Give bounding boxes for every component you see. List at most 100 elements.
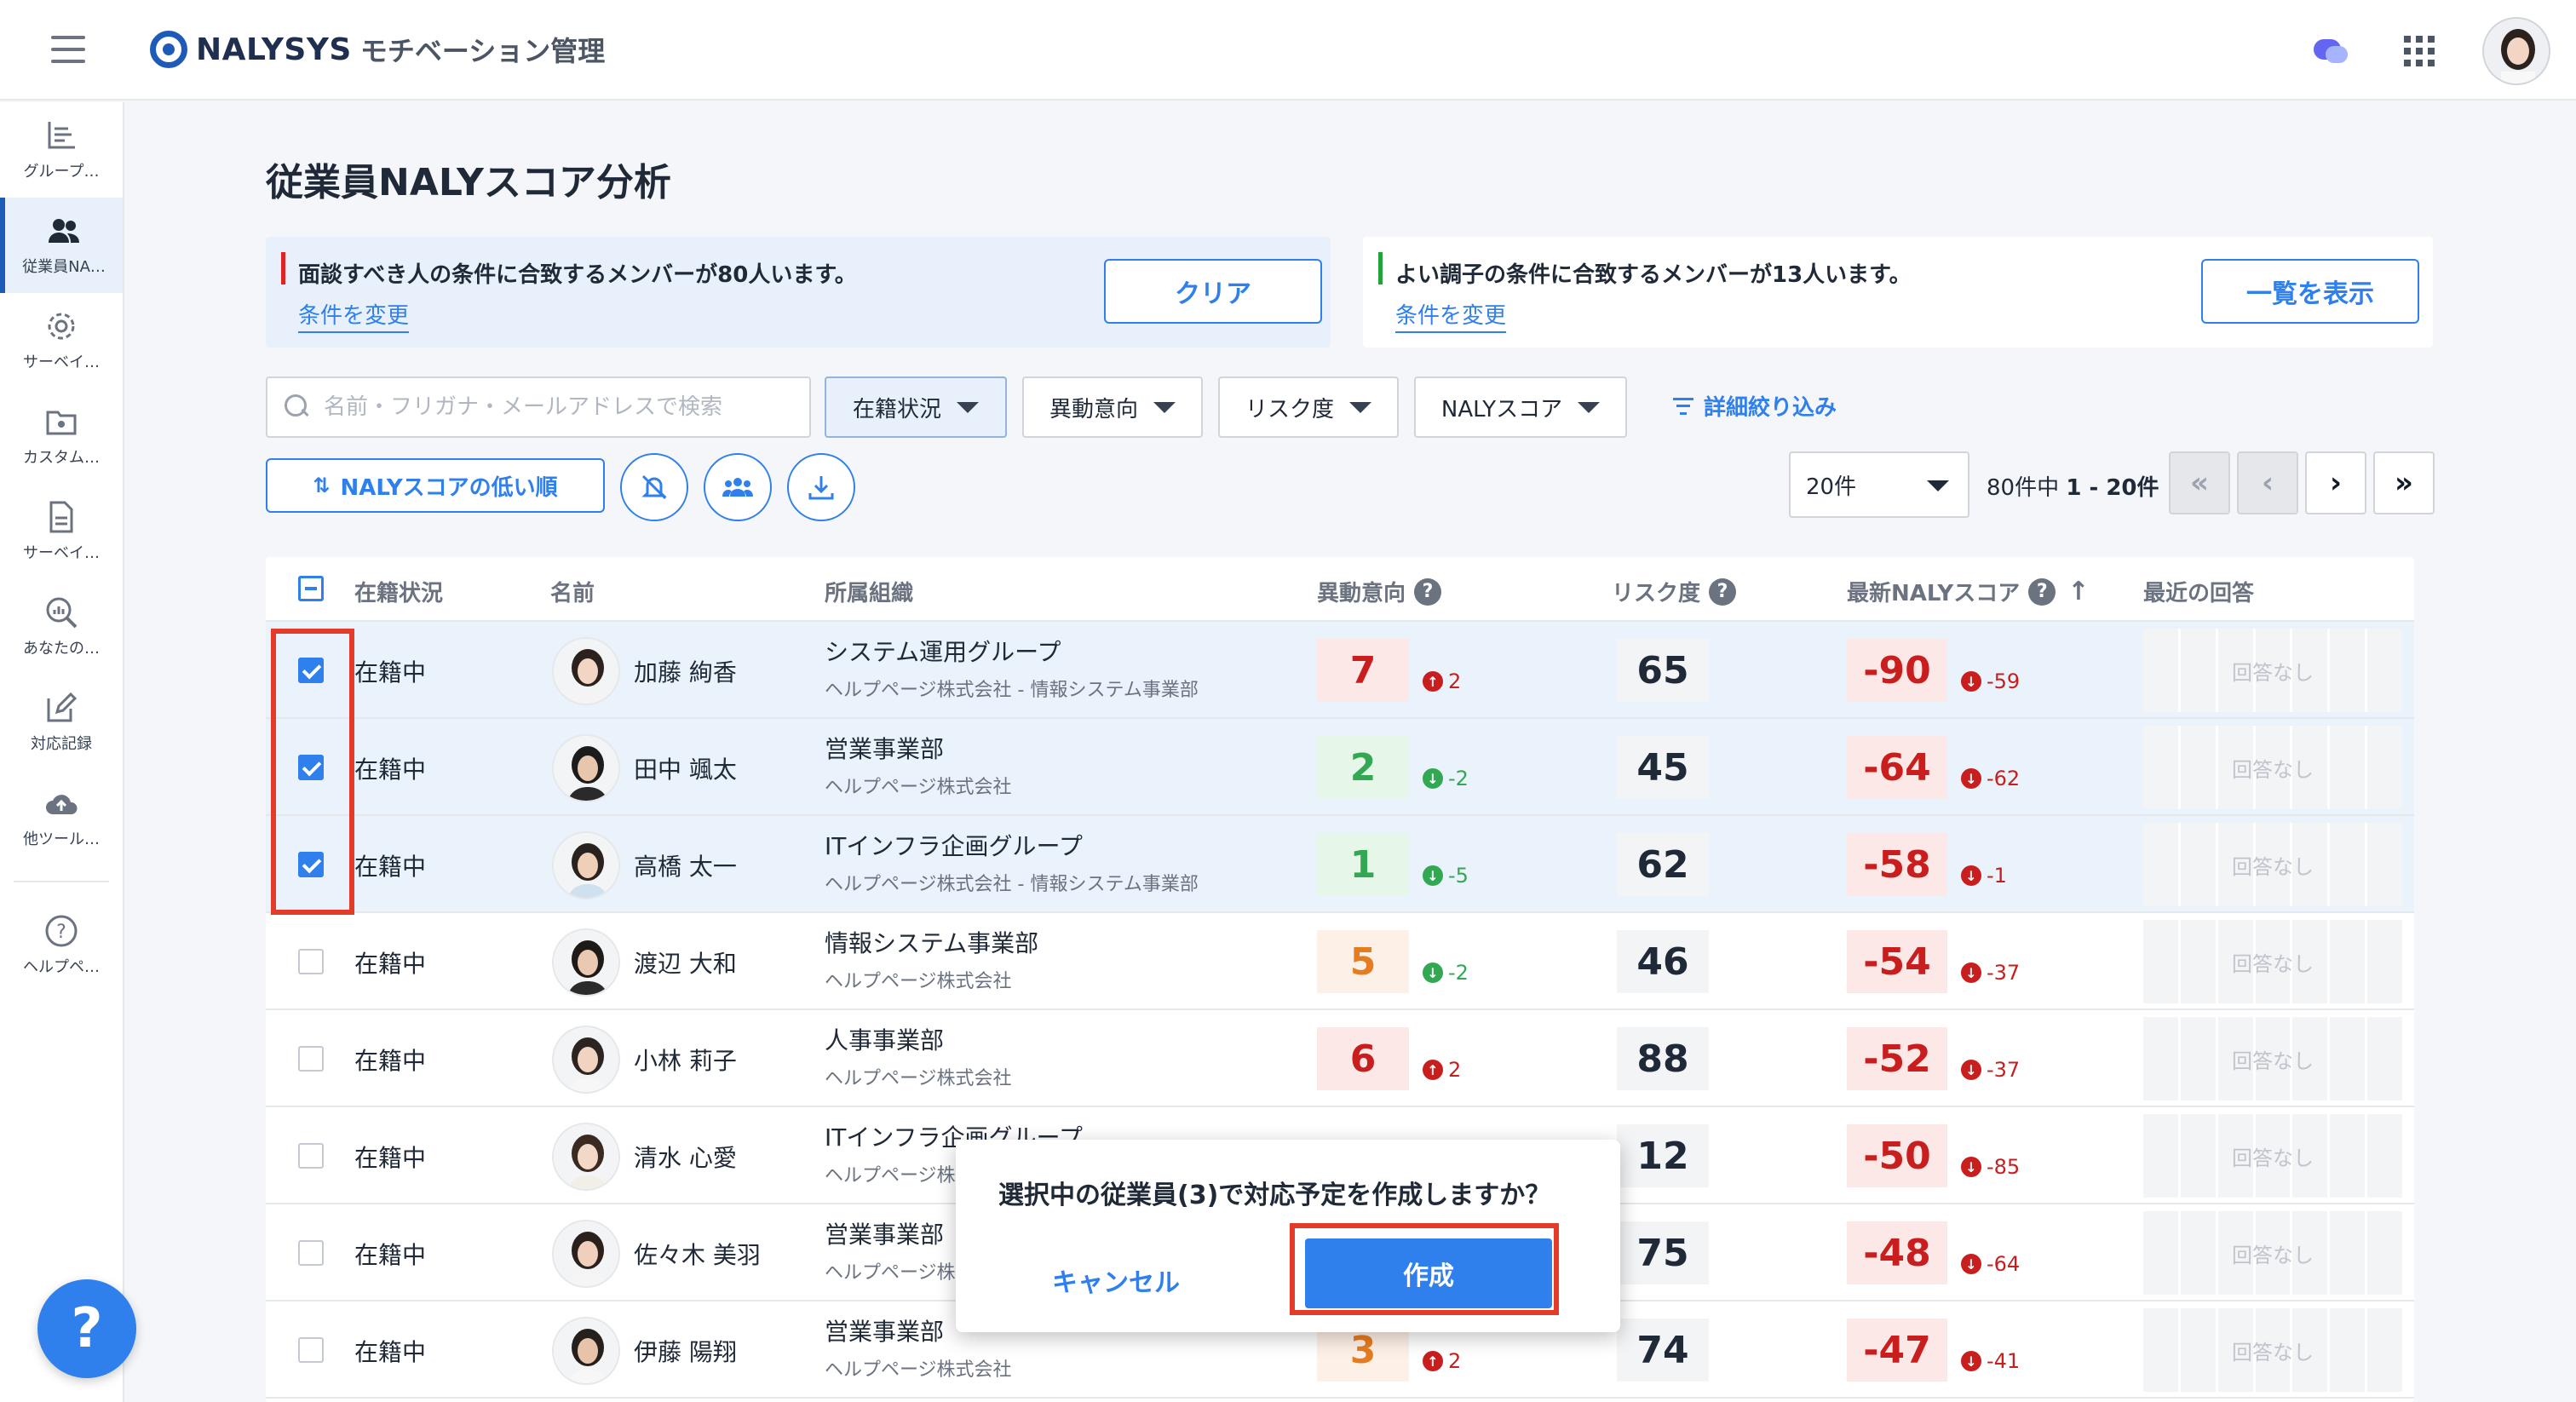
row-checkbox[interactable] (298, 1143, 324, 1169)
row-org: システム運用グループ (825, 638, 1061, 666)
header-name[interactable]: 名前 (550, 576, 595, 607)
naly-delta-value: -85 (1987, 1155, 2021, 1179)
search-input[interactable] (324, 394, 801, 420)
app-logo[interactable]: NALYSYS モチベーション管理 (150, 30, 605, 69)
row-checkbox[interactable] (298, 949, 324, 974)
row-name[interactable]: 小林 莉子 (634, 1043, 737, 1077)
apps-grid-icon[interactable] (2404, 36, 2435, 66)
show-list-button[interactable]: 一覧を表示 (2201, 259, 2419, 324)
row-checkbox[interactable] (298, 1046, 324, 1072)
mute-bell-button[interactable] (620, 453, 688, 521)
move-filter-label: 異動意向 (1049, 396, 1138, 422)
table-row[interactable]: 在籍中 加藤 絢香 システム運用グループ ヘルプページ株式会社 - 情報システム… (266, 622, 2414, 719)
row-org: 人事事業部 (825, 1026, 945, 1054)
arrow-down-icon: ↓ (1961, 1157, 1981, 1177)
first-page-button[interactable]: « (2169, 451, 2230, 514)
risk-filter[interactable]: リスク度 (1218, 376, 1399, 438)
move-delta: ↑ 2 (1423, 1349, 1461, 1373)
sidebar-item-employee-naly[interactable]: 従業員NA… (0, 198, 123, 293)
table-row[interactable]: 在籍中 小林 莉子 人事事業部 ヘルプページ株式会社 6 ↑ 2 88 -52 ↓… (266, 1010, 2414, 1107)
help-fab-button[interactable]: ? (37, 1279, 136, 1378)
row-status: 在籍中 (354, 1338, 427, 1366)
move-intention-filter[interactable]: 異動意向 (1022, 376, 1203, 438)
table-row[interactable]: 在籍中 渡辺 大和 情報システム事業部 ヘルプページ株式会社 5 ↓ -2 46 … (266, 913, 2414, 1010)
detail-filter-link[interactable]: 詳細絞り込み (1673, 390, 1837, 422)
good-change-condition-link[interactable]: 条件を変更 (1395, 298, 1507, 333)
naly-delta-value: -64 (1987, 1252, 2021, 1276)
header-risk[interactable]: リスク度? (1612, 576, 1737, 607)
arrow-down-icon: ↓ (1961, 1254, 1981, 1274)
row-status: 在籍中 (354, 658, 427, 687)
sidebar-item-survey-results[interactable]: サーベイ… (0, 484, 123, 579)
svg-text:?: ? (56, 922, 66, 943)
sidebar-item-group[interactable]: グループ… (0, 102, 123, 198)
user-avatar[interactable] (2482, 17, 2550, 85)
sidebar-item-label: カスタム… (23, 449, 100, 467)
table-header: 在籍状況 名前 所属組織 異動意向? リスク度? 最新NALYスコア? ↑ 最近の… (266, 557, 2414, 622)
row-org: ITインフラ企画グループ (825, 832, 1083, 860)
sidebar-item-custom[interactable]: カスタム… (0, 388, 123, 484)
recent-answer-label: 回答なし (2232, 1341, 2314, 1365)
help-icon[interactable]: ? (1709, 577, 1737, 606)
last-page-button[interactable]: » (2373, 451, 2435, 514)
sidebar-item-your-analysis[interactable]: あなたの… (0, 579, 123, 675)
cancel-button[interactable]: キャンセル (1031, 1250, 1201, 1310)
page-size-select[interactable]: 20件 (1789, 451, 1969, 518)
header-naly[interactable]: 最新NALYスコア? ↑ (1847, 576, 2089, 607)
search-icon (285, 394, 310, 420)
arrow-down-icon: ↓ (1961, 1351, 1981, 1371)
move-delta-value: 2 (1448, 1349, 1462, 1373)
prev-page-button[interactable]: ‹ (2237, 451, 2298, 514)
download-button[interactable] (787, 453, 855, 521)
help-icon[interactable]: ? (1414, 577, 1442, 606)
row-name[interactable]: 渡辺 大和 (634, 945, 737, 980)
row-name[interactable]: 清水 心愛 (634, 1140, 737, 1174)
sidebar-item-help-page[interactable]: ? ヘルプペ… (0, 898, 123, 993)
naly-delta: ↓ -85 (1961, 1155, 2020, 1179)
help-icon[interactable]: ? (2028, 577, 2056, 606)
naly-delta: ↓ -62 (1961, 767, 2020, 790)
menu-icon[interactable] (51, 36, 85, 63)
group-button[interactable] (704, 453, 772, 521)
header-move[interactable]: 異動意向? (1317, 576, 1442, 607)
row-name[interactable]: 加藤 絢香 (634, 654, 737, 688)
row-name[interactable]: 伊藤 陽翔 (634, 1334, 737, 1368)
sort-button[interactable]: ⇅ NALYスコアの低い順 (266, 458, 605, 513)
recent-answers: 回答なし (2143, 1211, 2402, 1295)
row-checkbox[interactable] (298, 1337, 324, 1363)
logo-subtitle: モチベーション管理 (359, 35, 606, 67)
recent-answer-label: 回答なし (2232, 1049, 2314, 1073)
naly-delta: ↓ -59 (1961, 669, 2020, 693)
sidebar-item-survey-settings[interactable]: サーベイ… (0, 293, 123, 388)
recent-answer-label: 回答なし (2232, 758, 2314, 782)
sidebar-item-other-tools[interactable]: 他ツール… (0, 770, 123, 865)
filter-icon (1673, 397, 1693, 415)
sidebar-item-response-records[interactable]: 対応記録 (0, 675, 123, 770)
sidebar: グループ… 従業員NA… サーベイ… カスタム… サーベイ… あなたの… 対応記… (0, 102, 124, 1402)
row-status: 在籍中 (354, 1144, 427, 1172)
caret-down-icon (957, 401, 979, 413)
header-status[interactable]: 在籍状況 (354, 576, 443, 607)
select-all-checkbox[interactable] (298, 576, 324, 601)
sidebar-divider (14, 881, 109, 882)
naly-score-filter[interactable]: NALYスコア (1414, 376, 1627, 438)
row-org: 営業事業部 (825, 1221, 945, 1249)
row-name[interactable]: 高橋 太一 (634, 848, 737, 882)
move-delta: ↓ -2 (1423, 767, 1469, 790)
sort-arrow-up-icon[interactable]: ↑ (2067, 577, 2089, 606)
interview-change-condition-link[interactable]: 条件を変更 (298, 298, 410, 333)
table-row[interactable]: 在籍中 高橋 太一 ITインフラ企画グループ ヘルプページ株式会社 - 情報シス… (266, 816, 2414, 913)
page-info: 80件中 1 - 20件 (1987, 470, 2159, 502)
naly-delta: ↓ -37 (1961, 1058, 2020, 1082)
naly-delta: ↓ -41 (1961, 1349, 2020, 1373)
status-filter[interactable]: 在籍状況 (825, 376, 1007, 438)
table-row[interactable]: 在籍中 田中 颯太 営業事業部 ヘルプページ株式会社 2 ↓ -2 45 -64 … (266, 719, 2414, 816)
chat-icon[interactable] (2314, 34, 2353, 68)
risk-score: 75 (1617, 1221, 1709, 1284)
header-org[interactable]: 所属組織 (825, 576, 913, 607)
next-page-button[interactable]: › (2305, 451, 2366, 514)
clear-button[interactable]: クリア (1104, 259, 1322, 324)
row-name[interactable]: 田中 颯太 (634, 751, 737, 785)
row-checkbox[interactable] (298, 1240, 324, 1266)
row-name[interactable]: 佐々木 美羽 (634, 1237, 761, 1271)
